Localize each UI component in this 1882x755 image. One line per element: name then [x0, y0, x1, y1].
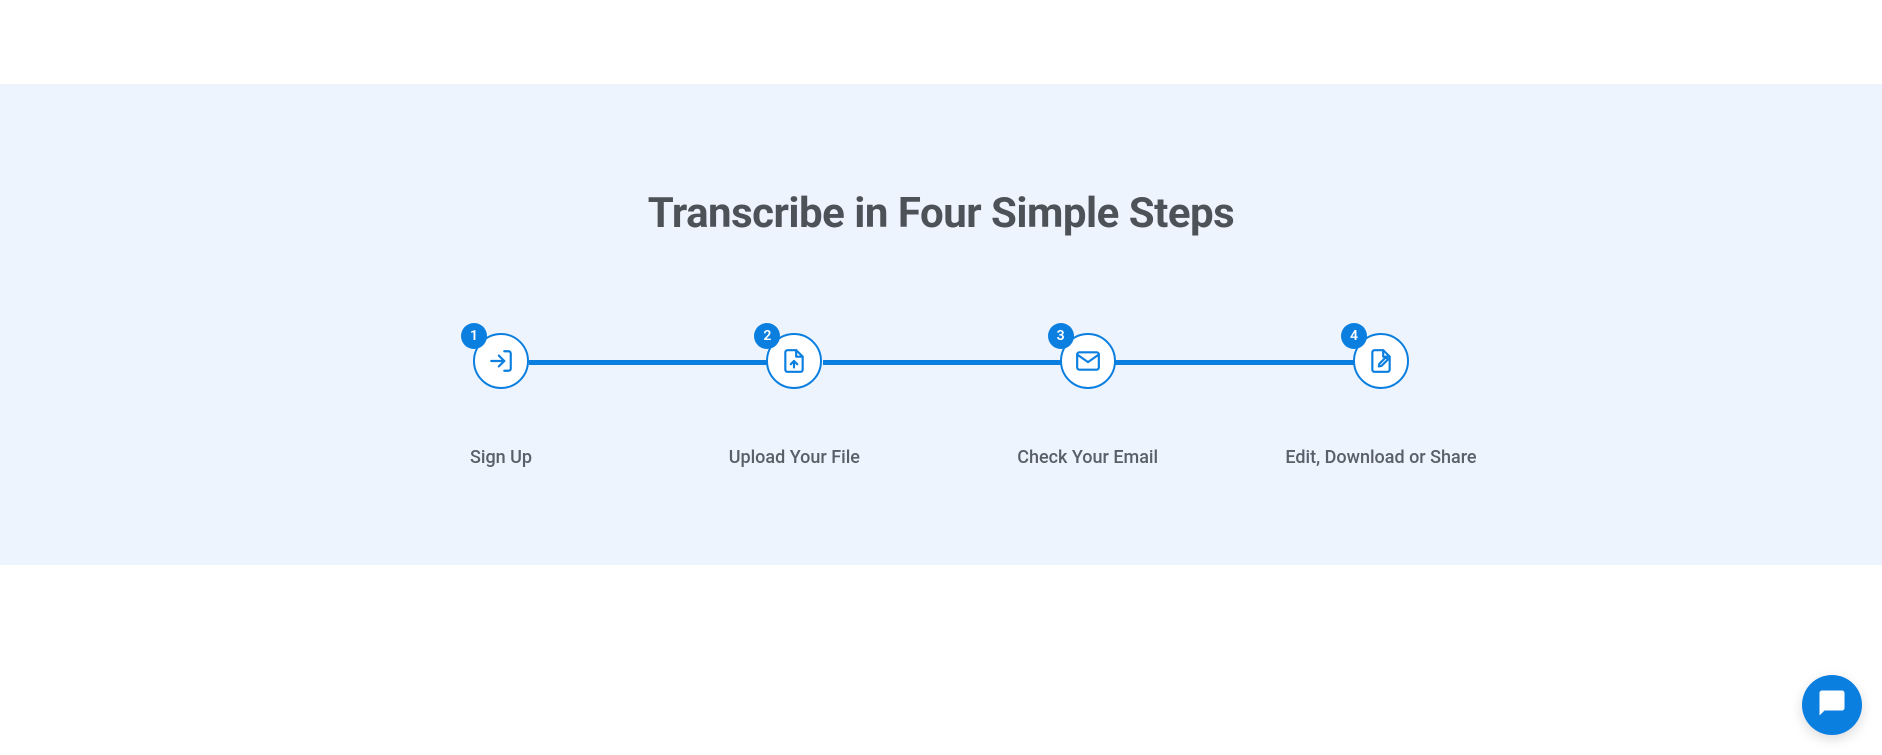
step-icon-wrapper: 3: [1060, 333, 1116, 389]
chat-icon: [1817, 688, 1847, 722]
step-label: Sign Up: [470, 447, 532, 468]
step-number-badge: 3: [1048, 323, 1074, 349]
step-check-email: 3 Check Your Email: [978, 333, 1198, 468]
step-sign-up: 1 Sign Up: [391, 333, 611, 468]
steps-container: 1 Sign Up 2 Upload Your File 3 Check You…: [391, 333, 1491, 468]
section-title: Transcribe in Four Simple Steps: [0, 189, 1882, 238]
step-label: Upload Your File: [729, 447, 860, 468]
step-number-badge: 1: [461, 323, 487, 349]
chat-widget-button[interactable]: [1802, 675, 1862, 735]
step-icon-wrapper: 4: [1353, 333, 1409, 389]
step-upload-file: 2 Upload Your File: [684, 333, 904, 468]
steps-panel: Transcribe in Four Simple Steps 1 Sign U…: [0, 84, 1882, 565]
step-icon-wrapper: 2: [766, 333, 822, 389]
step-label: Edit, Download or Share: [1285, 447, 1476, 468]
step-edit-download-share: 4 Edit, Download or Share: [1271, 333, 1491, 468]
step-number-badge: 4: [1341, 323, 1367, 349]
step-icon-wrapper: 1: [473, 333, 529, 389]
step-label: Check Your Email: [1017, 447, 1158, 468]
